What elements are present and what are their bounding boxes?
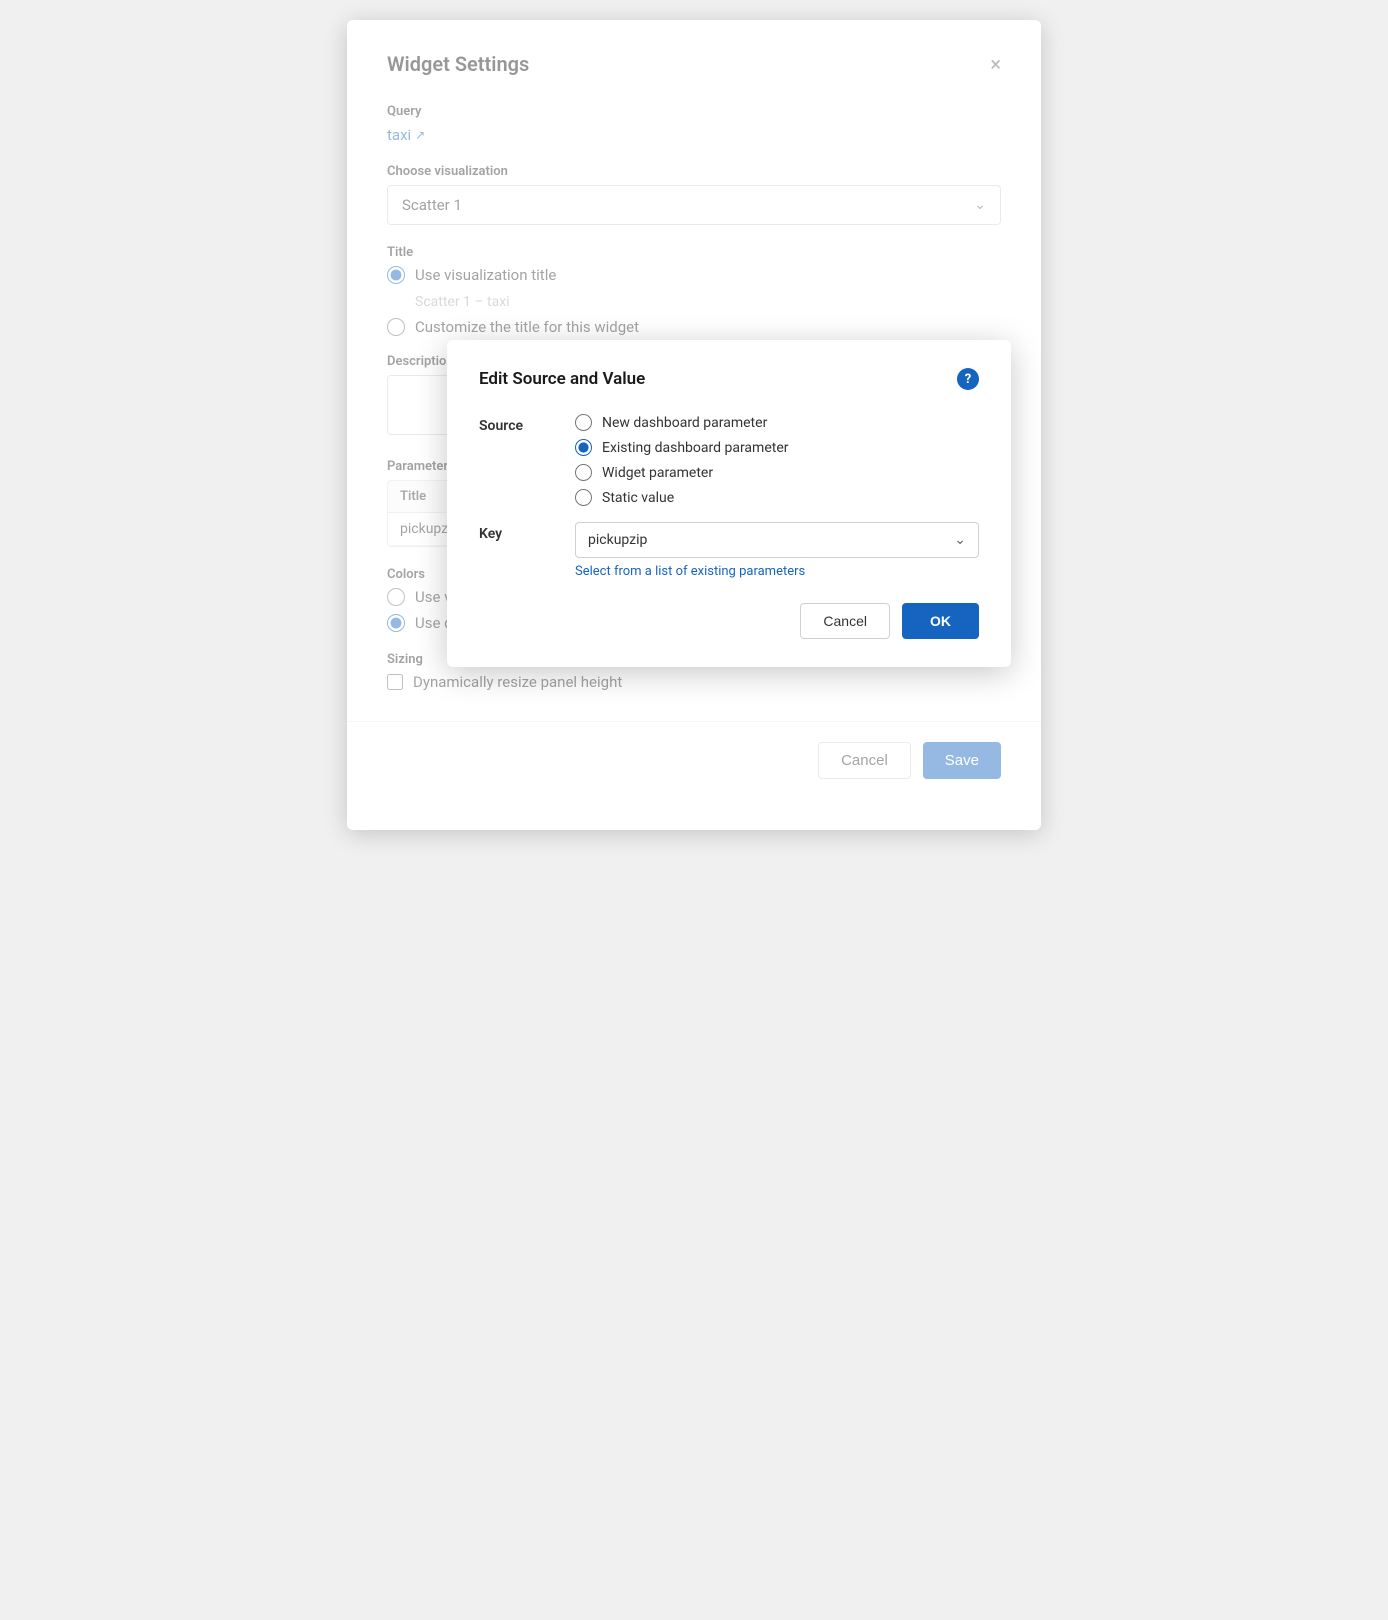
source-option3-row: Widget parameter (575, 464, 979, 481)
source-option2-radio[interactable] (575, 439, 592, 456)
edit-source-value-dialog: Edit Source and Value ? Source New dashb… (447, 340, 1011, 667)
source-radio-group: New dashboard parameter Existing dashboa… (575, 414, 979, 506)
inner-dialog-footer: Cancel OK (479, 603, 979, 639)
widget-settings-dialog: Widget Settings × Query taxi ↗ Choose vi… (347, 20, 1041, 830)
key-chevron-icon: ⌄ (954, 532, 966, 548)
ok-button[interactable]: OK (902, 603, 979, 639)
help-label: ? (965, 372, 971, 387)
key-select[interactable]: pickupzip ⌄ (575, 522, 979, 558)
inner-cancel-button[interactable]: Cancel (800, 603, 890, 639)
source-option3-label: Widget parameter (602, 465, 713, 481)
source-option2-row: Existing dashboard parameter (575, 439, 979, 456)
source-option4-row: Static value (575, 489, 979, 506)
key-label: Key (479, 522, 559, 579)
inner-dialog-header: Edit Source and Value ? (479, 368, 979, 390)
help-icon[interactable]: ? (957, 368, 979, 390)
source-option3-radio[interactable] (575, 464, 592, 481)
source-option1-row: New dashboard parameter (575, 414, 979, 431)
source-option4-label: Static value (602, 490, 674, 506)
source-option4-radio[interactable] (575, 489, 592, 506)
source-option2-label: Existing dashboard parameter (602, 440, 788, 456)
source-option1-radio[interactable] (575, 414, 592, 431)
key-hint: Select from a list of existing parameter… (575, 564, 979, 579)
inner-dialog-body: Source New dashboard parameter Existing … (479, 414, 979, 579)
key-row: pickupzip ⌄ Select from a list of existi… (575, 522, 979, 579)
inner-dialog-title: Edit Source and Value (479, 369, 645, 389)
key-value: pickupzip (588, 532, 647, 548)
source-option1-label: New dashboard parameter (602, 415, 767, 431)
source-label: Source (479, 414, 559, 506)
